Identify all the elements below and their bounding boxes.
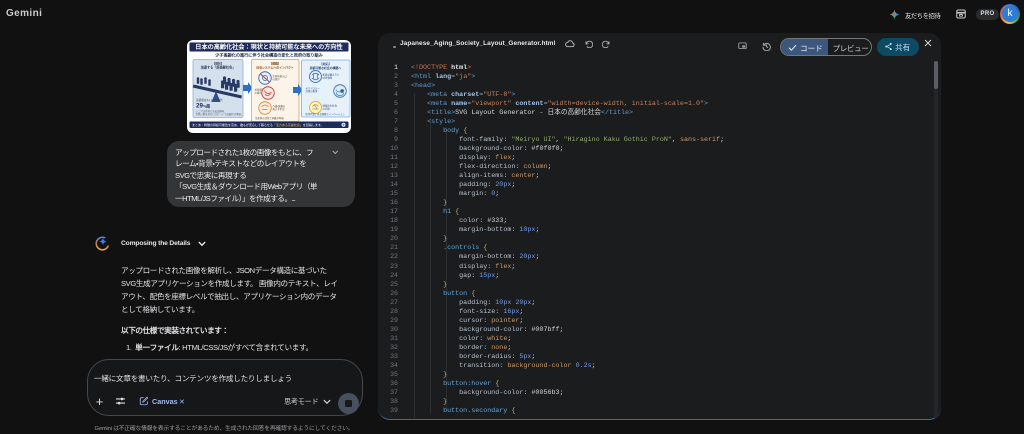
svg-text:持続可能な社会の構築へ: 持続可能な社会の構築へ	[310, 65, 342, 70]
svg-text:多様な働き方と: 多様な働き方と	[323, 73, 340, 77]
svg-text:の増大: の増大	[255, 91, 263, 95]
svg-text:世界に類を見ないスピードで高齢化が進展。: 世界に類を見ないスピードで高齢化が進展。	[196, 112, 244, 116]
svg-text:日本の高齢化社会：現状と持続可能な未来への方向性: 日本の高齢化社会：現状と持続可能な未来への方向性	[195, 43, 342, 51]
svg-text:生産界の活性と承継が停滞: 生産界の活性と承継が停滞	[255, 116, 284, 120]
svg-text:シニアは世界でも突出傾向、: シニアは世界でも突出傾向、	[196, 109, 227, 113]
svg-text:の実現: の実現	[323, 107, 331, 111]
svg-text:担い手不足: 担い手不足	[273, 107, 286, 111]
svg-text:活用の推進: 活用の推進	[306, 89, 319, 93]
svg-text:社会システムへのインパクト: 社会システムへのインパクト	[255, 65, 294, 70]
svg-text:介護・医療の: 介護・医療の	[273, 104, 286, 108]
svg-text:加速する「超高齢社会」: 加速する「超高齢社会」	[200, 65, 236, 70]
svg-text:少子高齢化の進行に伴う社会構造の変化と政府の取り組み: 少子高齢化の進行に伴う社会構造の変化と政府の取り組み	[215, 52, 324, 58]
svg-text:テクノロジー: テクノロジー	[306, 86, 321, 90]
svg-text:地域共生社会: 地域共生社会	[323, 104, 338, 108]
svg-text:の減少: の減少	[273, 77, 281, 81]
svg-text:【課題】: 【課題】	[269, 61, 281, 66]
svg-text:生産年齢人口: 生産年齢人口	[273, 74, 288, 78]
svg-text:社会参画: 社会参画	[323, 76, 333, 80]
svg-text:【現状】: 【現状】	[212, 61, 224, 66]
svg-text:【対応】: 【対応】	[320, 61, 332, 66]
svg-text:高齢者は3人に1人時代: 高齢者は3人に1人時代	[196, 98, 223, 102]
svg-text:まとめ：特徴の持続可能性を高め、誰もが安心して暮らせる「活力: まとめ：特徴の持続可能性を高め、誰もが安心して暮らせる「活力ある高齢社会」を目指…	[192, 122, 324, 127]
